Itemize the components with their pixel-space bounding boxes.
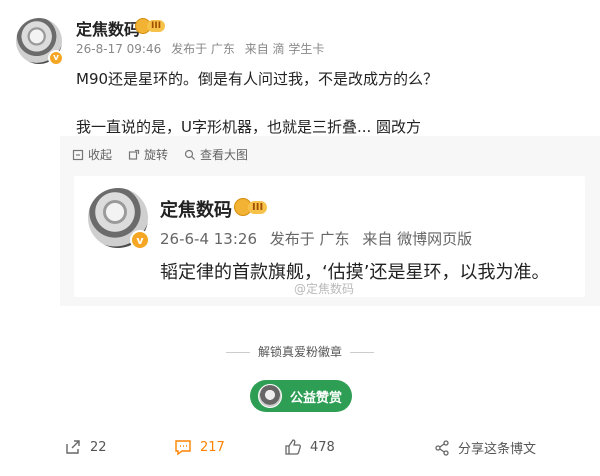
post-text-line: 我一直说的是，U字形机器，也就是三折叠... 圆改方 bbox=[76, 118, 422, 136]
image-watermark: @定焦数码 bbox=[294, 282, 355, 296]
rotate-label: 旋转 bbox=[144, 148, 169, 162]
like-count: 478 bbox=[310, 439, 335, 455]
verified-badge-icon: v bbox=[48, 50, 64, 66]
embedded-post-image[interactable]: v 定焦数码 III 26-6-4 13:26 发布于 广东 来自 微博网页版 … bbox=[74, 176, 585, 297]
level-rank: III bbox=[248, 200, 268, 214]
action-bar: 22 217 478 分享这条博文 bbox=[0, 438, 600, 464]
author-name[interactable]: 定焦数码 bbox=[76, 16, 140, 40]
view-large-label: 查看大图 bbox=[200, 148, 249, 162]
like-icon bbox=[285, 439, 301, 455]
view-large-button[interactable]: 查看大图 bbox=[184, 146, 248, 163]
donate-button[interactable]: 公益赞赏 bbox=[250, 380, 352, 412]
level-rank: III bbox=[147, 20, 166, 32]
unlock-badge-link[interactable]: 解锁真爱粉徽章 bbox=[0, 343, 600, 360]
collapse-label: 收起 bbox=[88, 148, 113, 162]
repost-button[interactable]: 22 bbox=[64, 438, 107, 456]
post-text-line: M90还是星环的。倒是有人问过我，不是改成方的么？ bbox=[76, 70, 439, 88]
author-avatar[interactable]: v bbox=[16, 18, 64, 66]
embedded-post-source: 来自 微博网页版 bbox=[362, 230, 473, 248]
collapse-button[interactable]: 收起 bbox=[72, 146, 112, 163]
embedded-post-location: 发布于 广东 bbox=[269, 230, 350, 248]
post-location: 发布于 广东 bbox=[171, 42, 235, 56]
like-button[interactable]: 478 bbox=[284, 438, 335, 456]
comment-button[interactable]: 217 bbox=[174, 438, 225, 456]
post-source: 来自 滴 学生卡 bbox=[244, 42, 325, 56]
collapse-icon bbox=[72, 149, 84, 160]
unlock-badge-label: 解锁真爱粉徽章 bbox=[257, 345, 342, 359]
share-button[interactable]: 分享这条博文 bbox=[434, 438, 536, 457]
search-icon bbox=[184, 149, 196, 160]
donate-avatar-icon bbox=[258, 384, 282, 408]
share-icon bbox=[435, 439, 449, 456]
level-badge-icon: III bbox=[234, 198, 274, 216]
level-badge-icon: III bbox=[135, 18, 169, 34]
embedded-author-name: 定焦数码 bbox=[160, 200, 232, 221]
comment-icon bbox=[175, 440, 191, 456]
embedded-post-meta: 26-6-4 13:26 发布于 广东 来自 微博网页版 bbox=[160, 228, 480, 249]
image-toolbar: 收起 旋转 查看大图 bbox=[72, 146, 264, 163]
rotate-icon bbox=[128, 149, 140, 160]
divider bbox=[225, 352, 250, 353]
rotate-button[interactable]: 旋转 bbox=[128, 146, 168, 163]
repost-count: 22 bbox=[90, 439, 107, 455]
share-label: 分享这条博文 bbox=[458, 442, 537, 457]
repost-icon bbox=[66, 440, 80, 454]
verified-badge-icon: v bbox=[130, 230, 150, 250]
donate-label: 公益赞赏 bbox=[290, 390, 343, 406]
post-time[interactable]: 26-8-17 09:46 bbox=[76, 42, 161, 56]
embedded-post-time: 26-6-4 13:26 bbox=[160, 230, 257, 248]
embedded-post-text: 韬定律的首款旗舰，‘估摸’还是星环，以我为准。 bbox=[160, 262, 550, 283]
divider bbox=[350, 352, 374, 353]
comment-count: 217 bbox=[200, 439, 225, 455]
post-meta: 26-8-17 09:46 发布于 广东 来自 滴 学生卡 bbox=[76, 40, 330, 57]
embedded-author-avatar: v bbox=[88, 188, 150, 250]
